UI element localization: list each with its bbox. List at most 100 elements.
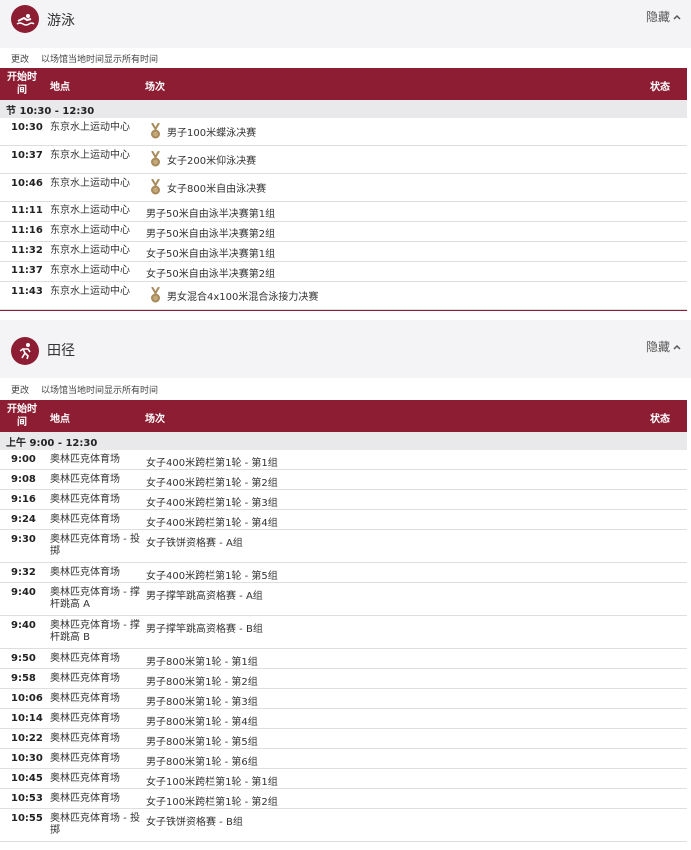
divider [0,310,687,320]
row-event-label: 男子撑竿跳高资格赛 - A组 [146,591,263,602]
table-row[interactable]: 10:53 奥林匹克体育场 女子100米跨栏第1轮 - 第2组 [0,789,687,809]
table-row[interactable]: 9:24 奥林匹克体育场 女子400米跨栏第1轮 - 第4组 [0,510,687,530]
table-row[interactable]: 11:11 东京水上运动中心 男子50米自由泳半决赛第1组 [0,202,687,222]
row-venue: 奥林匹克体育场 [50,693,120,704]
row-time: 9:08 [11,474,36,485]
session-header: 上午 9:00 - 12:30 [0,432,687,450]
row-event: 女子50米自由泳半决赛第1组 [146,245,275,260]
table-row[interactable]: 9:40 奥林匹克体育场 - 撑杆跳高 A 男子撑竿跳高资格赛 - A组 [0,583,687,616]
medal-icon [151,287,160,303]
change-link[interactable]: 更改 [11,383,29,396]
row-event: 男子50米自由泳半决赛第2组 [146,225,275,240]
row-time: 11:16 [11,225,43,236]
change-link[interactable]: 更改 [11,52,29,65]
row-venue: 东京水上运动中心 [50,150,130,161]
row-venue: 东京水上运动中心 [50,245,130,256]
table-row[interactable]: 9:00 奥林匹克体育场 女子400米跨栏第1轮 - 第1组 [0,450,687,470]
sport-header: 田径 隐藏 [0,320,691,378]
row-event-label: 男子800米第1轮 - 第5组 [146,737,258,748]
table-row[interactable]: 9:16 奥林匹克体育场 女子400米跨栏第1轮 - 第3组 [0,490,687,510]
row-time: 9:16 [11,494,36,505]
table-row[interactable]: 9:30 奥林匹克体育场 - 投掷 女子铁饼资格赛 - A组 [0,530,687,563]
swimming-icon [11,5,39,33]
column-header-event: 场次 [145,82,165,93]
timezone-note: 以场馆当地时间显示所有时间 [41,54,159,65]
row-time: 9:00 [11,454,36,465]
hide-toggle[interactable]: 隐藏 [646,8,682,25]
hide-toggle[interactable]: 隐藏 [646,338,682,355]
row-venue: 东京水上运动中心 [50,225,130,236]
row-event: 男子100米蝶泳决赛 [146,122,256,140]
row-event: 女子50米自由泳半决赛第2组 [146,265,275,280]
table-row[interactable]: 9:32 奥林匹克体育场 女子400米跨栏第1轮 - 第5组 [0,563,687,583]
row-event-label: 女子400米跨栏第1轮 - 第3组 [146,498,278,509]
row-event-label: 男子100米蝶泳决赛 [167,127,257,139]
row-venue: 奥林匹克体育场 [50,474,120,485]
table-row[interactable]: 10:22 奥林匹克体育场 男子800米第1轮 - 第5组 [0,729,687,749]
chevron-up-icon [673,344,681,350]
row-event-label: 男子50米自由泳半决赛第2组 [146,229,276,240]
schedule-list: 10:30 东京水上运动中心 男子100米蝶泳决赛 10:37 东京水上运动中心 女子20… [0,118,691,310]
row-event-label: 女子铁饼资格赛 - A组 [146,538,243,549]
table-row[interactable]: 10:06 奥林匹克体育场 男子800米第1轮 - 第3组 [0,689,687,709]
row-venue: 奥林匹克体育场 [50,753,120,764]
row-venue: 东京水上运动中心 [50,265,130,276]
table-row[interactable]: 10:14 奥林匹克体育场 男子800米第1轮 - 第4组 [0,709,687,729]
row-event: 女子400米跨栏第1轮 - 第3组 [146,494,278,509]
table-row[interactable]: 10:37 东京水上运动中心 女子200米仰泳决赛 [0,146,687,174]
table-row[interactable]: 9:58 奥林匹克体育场 男子800米第1轮 - 第2组 [0,669,687,689]
row-event-label: 男子800米第1轮 - 第6组 [146,757,258,768]
table-row[interactable]: 10:30 东京水上运动中心 男子100米蝶泳决赛 [0,118,687,146]
row-time: 9:50 [11,653,36,664]
row-time: 11:43 [11,286,43,297]
table-row[interactable]: 9:08 奥林匹克体育场 女子400米跨栏第1轮 - 第2组 [0,470,687,490]
row-event-label: 女子铁饼资格赛 - B组 [146,817,243,828]
table-row[interactable]: 11:16 东京水上运动中心 男子50米自由泳半决赛第2组 [0,222,687,242]
row-event: 女子400米跨栏第1轮 - 第5组 [146,567,278,582]
row-event-label: 女子800米自由泳决赛 [167,183,267,195]
table-row[interactable]: 11:43 东京水上运动中心 男女混合4x100米混合泳接力决赛 [0,282,687,310]
table-row[interactable]: 10:46 东京水上运动中心 女子800米自由泳决赛 [0,174,687,202]
sub-bar: 更改 以场馆当地时间显示所有时间 [0,378,691,400]
medal-icon [151,151,160,167]
row-time: 11:37 [11,265,43,276]
row-venue: 东京水上运动中心 [50,286,130,297]
row-event-label: 男子50米自由泳半决赛第1组 [146,209,276,220]
sport-title: 田径 [47,343,75,359]
row-time: 10:30 [11,753,43,764]
row-time: 10:30 [11,122,43,133]
row-time: 9:24 [11,514,36,525]
row-venue: 奥林匹克体育场 [50,494,120,505]
row-venue: 奥林匹克体育场 - 撑杆跳高 A [50,587,140,610]
row-venue: 奥林匹克体育场 - 投掷 [50,813,140,836]
table-row[interactable]: 11:37 东京水上运动中心 女子50米自由泳半决赛第2组 [0,262,687,282]
table-row[interactable]: 11:32 东京水上运动中心 女子50米自由泳半决赛第1组 [0,242,687,262]
row-time: 9:40 [11,620,36,631]
table-row[interactable]: 10:55 奥林匹克体育场 - 投掷 女子铁饼资格赛 - B组 [0,809,687,842]
row-time: 10:06 [11,693,43,704]
row-time: 11:32 [11,245,43,256]
row-event: 女子200米仰泳决赛 [146,150,256,168]
row-event: 男女混合4x100米混合泳接力决赛 [146,286,318,304]
table-row[interactable]: 10:45 奥林匹克体育场 女子100米跨栏第1轮 - 第1组 [0,769,687,789]
row-event: 女子400米跨栏第1轮 - 第2组 [146,474,278,489]
row-event-label: 女子400米跨栏第1轮 - 第4组 [146,518,278,529]
row-venue: 奥林匹克体育场 - 投掷 [50,534,140,557]
row-venue: 奥林匹克体育场 [50,653,120,664]
row-venue: 奥林匹克体育场 [50,514,120,525]
row-event: 男子800米第1轮 - 第5组 [146,733,258,748]
row-time: 10:14 [11,713,43,724]
row-venue: 东京水上运动中心 [50,122,130,133]
row-venue: 奥林匹克体育场 [50,733,120,744]
row-time: 9:40 [11,587,36,598]
table-row[interactable]: 10:30 奥林匹克体育场 男子800米第1轮 - 第6组 [0,749,687,769]
table-row[interactable]: 9:50 奥林匹克体育场 男子800米第1轮 - 第1组 [0,649,687,669]
row-time: 9:32 [11,567,36,578]
row-event: 男子撑竿跳高资格赛 - A组 [146,587,263,602]
row-event: 女子100米跨栏第1轮 - 第2组 [146,793,278,808]
row-event-label: 女子50米自由泳半决赛第1组 [146,249,276,260]
row-event: 女子100米跨栏第1轮 - 第1组 [146,773,278,788]
table-row[interactable]: 9:40 奥林匹克体育场 - 撑杆跳高 B 男子撑竿跳高资格赛 - B组 [0,616,687,649]
row-event: 女子400米跨栏第1轮 - 第4组 [146,514,278,529]
row-time: 10:53 [11,793,43,804]
